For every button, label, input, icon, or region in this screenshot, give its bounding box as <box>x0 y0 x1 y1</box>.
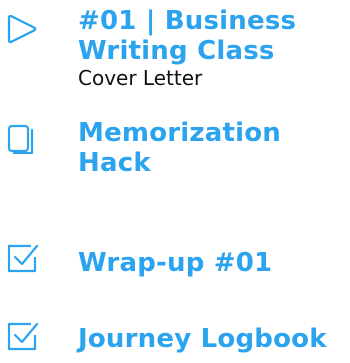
stacked-pages-icon <box>5 124 39 154</box>
lesson-item-wrap-up[interactable]: Wrap-up #01 <box>0 244 350 282</box>
lesson-list: #01 | Business Writing Class Cover Lette… <box>0 0 350 363</box>
lesson-item-text: Memorization Hack <box>78 118 344 178</box>
lesson-title: Journey Logbook <box>78 324 327 354</box>
lesson-subtitle: Cover Letter <box>78 66 203 90</box>
lesson-title: Memorization Hack <box>78 118 281 178</box>
lesson-item-memorization-hack[interactable]: Memorization Hack <box>0 118 350 180</box>
lesson-item-text: Journey Logbook <box>78 324 344 354</box>
lesson-item-text: Wrap-up #01 <box>78 248 344 278</box>
checkbox-icon <box>5 244 39 274</box>
play-outline-icon <box>5 14 39 44</box>
checkbox-icon <box>5 322 39 352</box>
lesson-title: #01 | Business Writing Class <box>78 6 297 66</box>
lesson-item-business-writing[interactable]: #01 | Business Writing Class Cover Lette… <box>0 6 350 98</box>
lesson-item-text: #01 | Business Writing Class Cover Lette… <box>78 6 344 90</box>
lesson-item-journey-logbook[interactable]: Journey Logbook <box>0 322 350 358</box>
lesson-title: Wrap-up #01 <box>78 248 273 278</box>
